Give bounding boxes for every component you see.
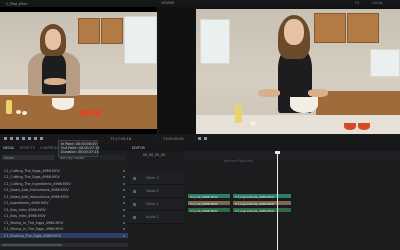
program-timecode: T1:00:00:00	[163, 137, 184, 141]
clip-status-icon	[123, 195, 125, 198]
stop-icon[interactable]	[204, 137, 207, 140]
track-visibility-icon[interactable]	[133, 177, 136, 180]
bin-search-input[interactable]: Name	[2, 155, 54, 160]
bin-item-label: C1_Mixing_In_The_Eggs_4966.MOV	[4, 220, 64, 225]
track-name: Audio 1	[146, 215, 159, 219]
clip-label: C1_Ingredients_4966.MOV	[235, 209, 275, 213]
clip-status-icon	[123, 221, 125, 224]
clip-status-icon	[123, 215, 125, 217]
bin-item-label: C1_Cutting_The_Eggs_4966.MOV	[4, 168, 60, 173]
tab-viewer[interactable]: VIEWER	[161, 1, 174, 5]
bin-item-label: C1_Ingredients_4966.MOV	[4, 201, 49, 205]
source-timecode: T1:17:05:18	[110, 137, 131, 141]
bin-item[interactable]: C1_Salad_Add_Instructions_4966.MOV	[0, 194, 128, 199]
clip-status-icon	[123, 228, 125, 230]
program-transport-bar: T1:00:00:00	[158, 134, 400, 144]
timeline-clip[interactable]: C1_Cut_4966.MOV	[187, 193, 231, 199]
bin-item-label: C1_Cutting_The_Eggs_4966.MOV	[4, 175, 60, 179]
bin-item-label: C1_Kiss_Intro_4966.MOV	[4, 207, 46, 212]
bin-item[interactable]: C1_Mixing_In_The_Eggs_4966.MOV	[0, 220, 128, 225]
tooltip: In Point: 00:00:00:00 Out Point: 00:00:2…	[58, 140, 100, 157]
bin-item-label: C1_Salad_Add_Instructions_4966.MOV	[4, 188, 69, 192]
overwrite-icon[interactable]	[40, 137, 43, 140]
track-visibility-icon[interactable]	[133, 190, 136, 193]
bin-item[interactable]: C1_Kiss_Intro_4966.MOV	[0, 214, 128, 219]
timeline-header: EDITOR	[129, 144, 400, 151]
track-name: Video 1	[146, 202, 159, 206]
clip-label: C1_Ingredients_4966.MOV	[235, 195, 275, 199]
top-bar: C_Pilot_Kitch VIEWER FX LOCAL	[0, 0, 400, 7]
track-header[interactable]: Video 3	[129, 172, 184, 185]
play-icon[interactable]	[22, 137, 25, 140]
track-name: Video 2	[146, 189, 159, 193]
tab-controls[interactable]: CONTROLS	[40, 146, 59, 150]
bin-scrollbar-thumb[interactable]	[2, 244, 62, 246]
track-visibility-icon[interactable]	[133, 203, 136, 206]
bin-item[interactable]: C1_Mixing_In_The_Eggs_4966.MOV	[0, 227, 128, 232]
tab-fx[interactable]: FX	[355, 1, 359, 5]
clip-status-icon	[123, 202, 125, 204]
clip-status-icon	[123, 169, 125, 172]
bin-item-label: C1_Starting_The_Eggs_4966.MOV	[4, 233, 61, 238]
track-header[interactable]: Video 2	[129, 185, 184, 198]
clip-status-icon	[123, 182, 125, 185]
clip-label: C1_Ingredients_4966.MOV	[235, 202, 275, 206]
playhead[interactable]	[277, 151, 278, 250]
bin-item[interactable]: C1_Ingredients_4966.MOV	[0, 201, 128, 206]
bin-item-label: C1_Salad_Add_Instructions_4966.MOV	[4, 194, 69, 199]
timeline-clip[interactable]: C1_Ingredients_4966.MOV	[232, 207, 292, 213]
bin-search-placeholder: Name	[4, 155, 15, 160]
source-viewer[interactable]	[0, 7, 157, 134]
timeline-panel: EDITOR 00_00_00_00 Kitchen Pilot Edit Vi…	[129, 144, 400, 250]
play-icon[interactable]	[198, 137, 201, 140]
timeline-clip[interactable]: C1_Cut_4966.MOV	[187, 200, 231, 206]
bin-item[interactable]: C1_Kiss_Intro_4966.MOV	[0, 207, 128, 212]
clip-label: C1_Cut_4966.MOV	[190, 195, 218, 199]
clip-label: C1_Cut_4966.MOV	[190, 209, 218, 213]
bin-item[interactable]: C1_Cutting_The_Eggs_4966.MOV	[0, 175, 128, 180]
timeline-clip[interactable]: C1_Ingredients_4966.MOV	[232, 200, 292, 206]
tab-local[interactable]: LOCAL	[372, 1, 383, 5]
tab-effects[interactable]: EFFECTS	[20, 146, 35, 150]
timeline-ruler[interactable]	[184, 151, 400, 159]
program-video-frame	[196, 9, 400, 134]
tooltip-duration: Duration: 00:00:27:13	[61, 150, 99, 154]
bin-item-label: C1_Mixing_In_The_Eggs_4966.MOV	[4, 227, 64, 231]
track-visibility-icon[interactable]	[133, 216, 136, 219]
clip-status-icon	[123, 176, 125, 178]
bin-item[interactable]: C1_Starting_The_Eggs_4966.MOV	[0, 233, 128, 238]
step-back-icon[interactable]	[16, 137, 19, 140]
clip-status-icon	[123, 189, 125, 191]
insert-icon[interactable]	[34, 137, 37, 140]
mark-out-icon[interactable]	[10, 137, 13, 140]
bin-item[interactable]: C1_Cutting_The_Ingredients_4966.MOV	[0, 181, 128, 186]
track-name: Video 3	[146, 176, 159, 180]
tab-media[interactable]: MEDIA	[3, 146, 14, 150]
source-video-frame	[0, 12, 157, 129]
track-header[interactable]: Audio 1	[129, 211, 184, 224]
media-bin-panel: MEDIA EFFECTS CONTROLS HISTORY Name Sort…	[0, 144, 128, 250]
bin-item-label: C1_Cutting_The_Ingredients_4966.MOV	[4, 181, 71, 186]
clip-status-icon	[123, 234, 125, 237]
clip-label: C1_Cut_4966.MOV	[190, 202, 218, 206]
bin-item-label: C1_Kiss_Intro_4966.MOV	[4, 214, 46, 218]
timeline-clip[interactable]: C1_Ingredients_4966.MOV	[232, 193, 292, 199]
track-header[interactable]: Video 1	[129, 198, 184, 211]
tab-editor[interactable]: EDITOR	[132, 146, 145, 150]
clip-status-icon	[123, 208, 125, 211]
bin-item[interactable]: C1_Salad_Add_Instructions_4966.MOV	[0, 188, 128, 193]
playhead-handle[interactable]	[275, 151, 280, 154]
timeline-timecode: 00_00_00_00	[143, 152, 166, 157]
bin-item[interactable]: C1_Cutting_The_Eggs_4966.MOV	[0, 168, 128, 173]
mark-in-icon[interactable]	[4, 137, 7, 140]
source-clip-name: C_Pilot_Kitch	[6, 1, 28, 6]
step-forward-icon[interactable]	[28, 137, 31, 140]
timeline-clip[interactable]: C1_Cut_4966.MOV	[187, 207, 231, 213]
sequence-name: Kitchen Pilot Edit	[224, 159, 253, 163]
program-viewer[interactable]	[158, 7, 400, 134]
